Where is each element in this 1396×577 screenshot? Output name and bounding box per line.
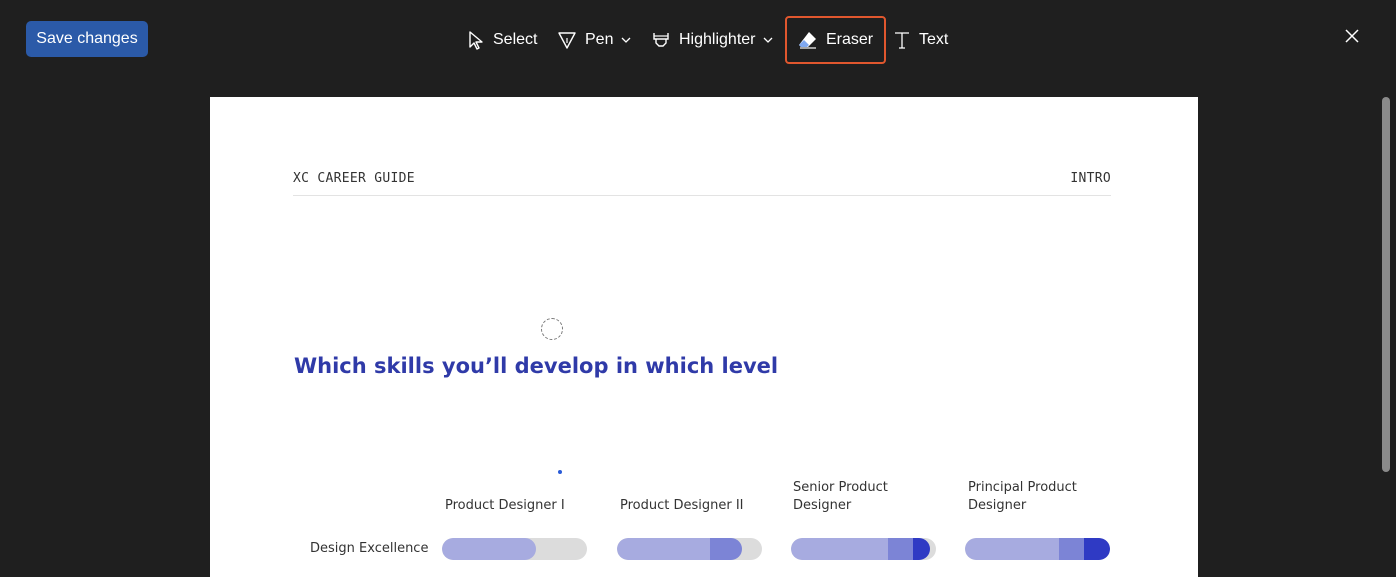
text-tool-button[interactable]: Text [893,16,948,64]
skill-level-fill [965,538,1060,560]
skill-level-fill [1083,538,1100,560]
chevron-down-icon[interactable] [763,37,773,43]
highlighter-tool-label: Highlighter [679,31,756,48]
column-header: Senior Product Designer [793,480,888,513]
text-tool-label: Text [919,31,949,48]
text-icon [893,30,911,50]
skill-level-bar [617,538,762,560]
eraser-cursor [541,318,563,340]
page-heading: Which skills you’ll develop in which lev… [294,354,779,378]
chevron-down-icon[interactable] [621,37,631,43]
vertical-scrollbar[interactable] [1382,97,1390,472]
highlighter-icon [651,30,671,50]
column-header: Product Designer II [620,498,744,513]
highlighter-tool-button[interactable]: Highlighter [651,16,773,64]
ink-dot [558,470,562,474]
close-icon [1344,28,1360,49]
eraser-tool-label: Eraser [825,31,874,48]
skill-level-fill [709,538,742,560]
pen-tool-button[interactable]: Pen [557,16,631,64]
row-label: Design Excellence [310,541,429,556]
column-header: Principal Product Designer [968,480,1077,513]
skill-level-bar [965,538,1110,560]
column-header: Product Designer I [445,498,565,513]
skill-level-fill [442,538,537,560]
skill-level-fill [1059,538,1084,560]
skill-level-fill [617,538,710,560]
header-section: INTRO [1070,171,1111,186]
skill-level-fill [791,538,889,560]
skill-level-fill [1099,538,1110,560]
pen-tool-label: Pen [585,31,614,48]
save-changes-button[interactable]: Save changes [26,21,148,57]
header-title: XC CAREER GUIDE [293,171,415,186]
pen-icon [557,30,577,50]
skill-level-bar [442,538,587,560]
skill-level-bar [791,538,936,560]
page-header: XC CAREER GUIDE INTRO [293,167,1111,196]
eraser-icon [798,30,818,50]
pointer-icon [467,30,485,50]
select-tool-button[interactable]: Select [467,16,537,64]
close-button[interactable] [1340,26,1364,50]
skill-level-fill [888,538,913,560]
select-tool-label: Select [493,31,538,48]
eraser-tool-button[interactable]: Eraser [785,16,886,64]
skill-level-fill [912,538,931,560]
document-page: XC CAREER GUIDE INTRO Which skills you’l… [210,97,1198,577]
